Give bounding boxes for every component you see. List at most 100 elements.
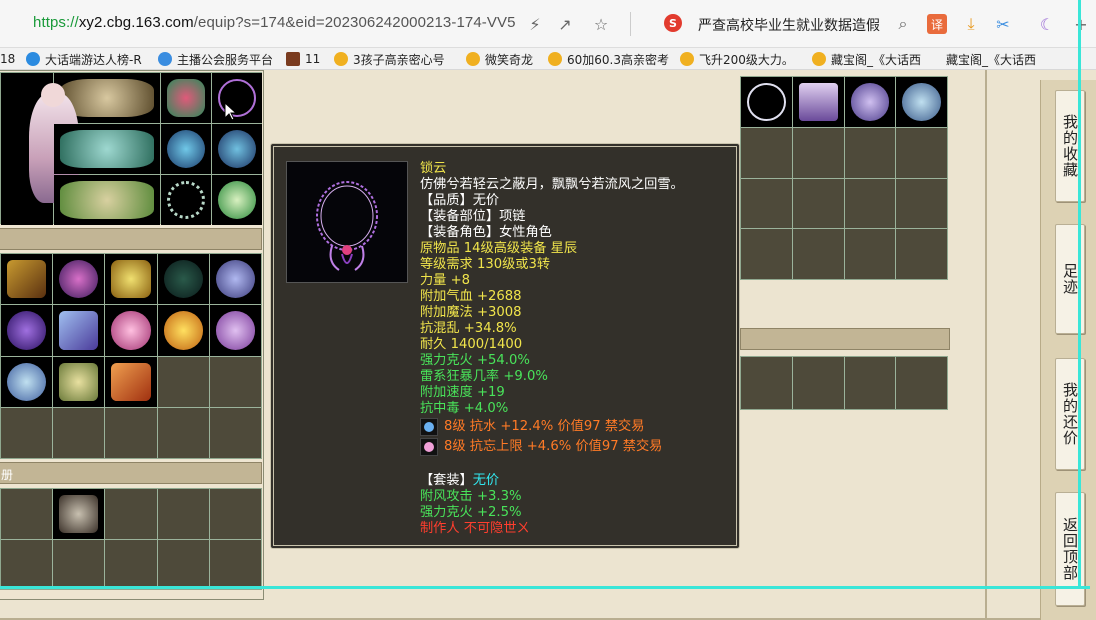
album-slot[interactable] [53,489,105,539]
album-slot[interactable] [105,539,157,589]
storage-slot[interactable] [896,229,947,279]
storage-slot[interactable] [741,178,792,229]
storage-slot[interactable] [741,77,792,127]
album-slot[interactable] [53,539,105,589]
storage-slot[interactable] [896,77,947,127]
album-slot[interactable] [157,489,209,539]
equip-slot[interactable] [54,175,160,225]
storage-slot[interactable] [844,77,896,127]
bookmark-item[interactable]: 60加60.3高亲密考 [548,51,669,67]
gem-line: 8级 抗忘上限 +4.6% 价值97 禁交易 [420,437,684,457]
overlay-line [0,586,1090,589]
inventory-slot[interactable] [53,305,105,356]
item-description: 仿佛兮若轻云之蔽月，飘飘兮若流风之回雪。 [420,177,684,192]
bookmark-item[interactable]: 大话端游达人榜-R [26,51,142,67]
download-icon[interactable]: ⤓ [960,13,982,35]
url-text[interactable]: https://xy2.cbg.163.com/equip?s=174&eid=… [33,14,516,31]
translate-icon[interactable]: 译 [927,14,947,34]
item-tooltip: 锁云 仿佛兮若轻云之蔽月，飘飘兮若流风之回雪。 【品质】无价 【装备部位】项链 … [270,143,740,549]
inventory-slot[interactable] [157,356,209,407]
storage-slot[interactable] [792,229,844,279]
gem-line: 8级 抗水 +12.4% 价值97 禁交易 [420,417,684,437]
item-quality: 【品质】无价 [420,193,500,208]
lightning-icon[interactable]: ⚡ [524,13,546,35]
stat-hp: 附加气血 +2688 [420,289,522,304]
bookmark-item[interactable]: 飞升200级大力。 [680,51,794,67]
inventory-slot[interactable] [1,407,53,458]
storage-slot[interactable] [844,127,896,178]
bookmark-item[interactable]: 微笑奇龙 [466,51,533,67]
equip-slot[interactable] [54,124,160,174]
gem-icon [420,418,438,436]
inventory-slot[interactable] [157,254,209,305]
extra-slot[interactable] [844,357,896,409]
bookmark-item[interactable]: 3孩子高亲密心号 [334,51,445,67]
bookmark-item[interactable]: 藏宝阁_《大话西 [812,51,921,67]
stat-strength: 力量 +8 [420,273,471,288]
inventory-slot[interactable] [1,356,53,407]
stat-anti-poison: 抗中毒 +4.0% [420,401,509,416]
stat-speed: 附加速度 +19 [420,385,505,400]
search-engine-icon[interactable]: S [664,14,682,32]
inventory-slot[interactable] [105,407,157,458]
stat-anti-confuse: 抗混乱 +34.8% [420,321,517,336]
extra-slot[interactable] [792,357,844,409]
search-icon[interactable]: ⌕ [892,13,914,35]
storage-slot[interactable] [844,229,896,279]
moon-icon[interactable]: ☾ [1036,13,1058,35]
storage-slot[interactable] [792,178,844,229]
inventory-slot[interactable] [209,305,261,356]
scissors-icon[interactable]: ✂ [992,13,1014,35]
extra-slot[interactable] [741,357,792,409]
bookmark-icon [26,52,40,66]
album-slot[interactable] [1,539,53,589]
bookmark-icon [466,52,480,66]
bookmark-icon [812,52,826,66]
bookmark-item[interactable]: 18 [0,51,15,67]
share-icon[interactable]: ↗ [554,13,576,35]
inventory-slot[interactable] [157,305,209,356]
inventory-slot[interactable] [209,356,261,407]
inventory-slot[interactable] [157,407,209,458]
equip-slot[interactable] [212,124,262,174]
mouse-cursor-icon [224,102,238,121]
storage-slot[interactable] [844,178,896,229]
album-slot[interactable] [157,539,209,589]
equip-slot[interactable] [161,73,211,123]
inventory-slot[interactable] [105,305,157,356]
album-slot[interactable] [1,489,53,539]
inventory-slot[interactable] [53,254,105,305]
bookmark-item[interactable]: 藏宝阁_《大话西 [946,51,1036,67]
storage-slot[interactable] [741,229,792,279]
album-slot[interactable] [105,489,157,539]
bookmark-icon [334,52,348,66]
inventory-slot[interactable] [53,356,105,407]
inventory-slot[interactable] [1,254,53,305]
stat-thunder-crit: 雷系狂暴几率 +9.0% [420,369,548,384]
new-tab-icon[interactable]: + [1070,13,1092,35]
storage-slot[interactable] [741,127,792,178]
equip-slot[interactable] [161,124,211,174]
inventory-slot[interactable] [105,254,157,305]
equip-slot[interactable] [161,175,211,225]
inventory-slot[interactable] [209,254,261,305]
inventory-slot[interactable] [53,407,105,458]
storage-slot[interactable] [896,178,947,229]
album-slot[interactable] [209,539,261,589]
extra-slot[interactable] [896,357,947,409]
storage-slot[interactable] [792,127,844,178]
star-icon[interactable]: ☆ [590,13,612,35]
equipment-grid [0,72,262,225]
equip-slot[interactable] [212,175,262,225]
inventory-slot[interactable] [105,356,157,407]
inventory-slot[interactable] [1,305,53,356]
bookmark-item[interactable]: 主播公会服务平台 [158,51,273,67]
section-title: 册 [1,468,14,482]
storage-slot[interactable] [792,77,844,127]
album-slot[interactable] [209,489,261,539]
search-suggestion[interactable]: 严查高校毕业生就业数据造假 [698,15,880,35]
inventory-slot[interactable] [209,407,261,458]
storage-slot[interactable] [896,127,947,178]
bookmark-item[interactable]: 11 [286,51,320,67]
item-role: 【装备角色】女性角色 [420,225,552,240]
